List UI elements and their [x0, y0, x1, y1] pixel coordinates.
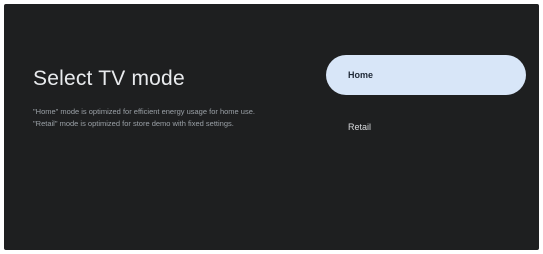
retail-mode-label: Retail	[348, 122, 372, 132]
home-mode-option[interactable]: Home	[326, 55, 526, 95]
tv-setup-screen: Select TV mode "Home" mode is optimized …	[4, 4, 539, 250]
retail-mode-option[interactable]: Retail	[326, 107, 526, 147]
info-panel: Select TV mode "Home" mode is optimized …	[33, 66, 283, 129]
page-title: Select TV mode	[33, 67, 185, 90]
retail-mode-description: "Retail" mode is optimized for store dem…	[33, 118, 234, 128]
mode-options-list: Home Retail	[326, 55, 526, 147]
mode-description: "Home" mode is optimized for efficient e…	[33, 106, 283, 129]
home-mode-label: Home	[348, 70, 374, 80]
home-mode-description: "Home" mode is optimized for efficient e…	[33, 107, 255, 116]
